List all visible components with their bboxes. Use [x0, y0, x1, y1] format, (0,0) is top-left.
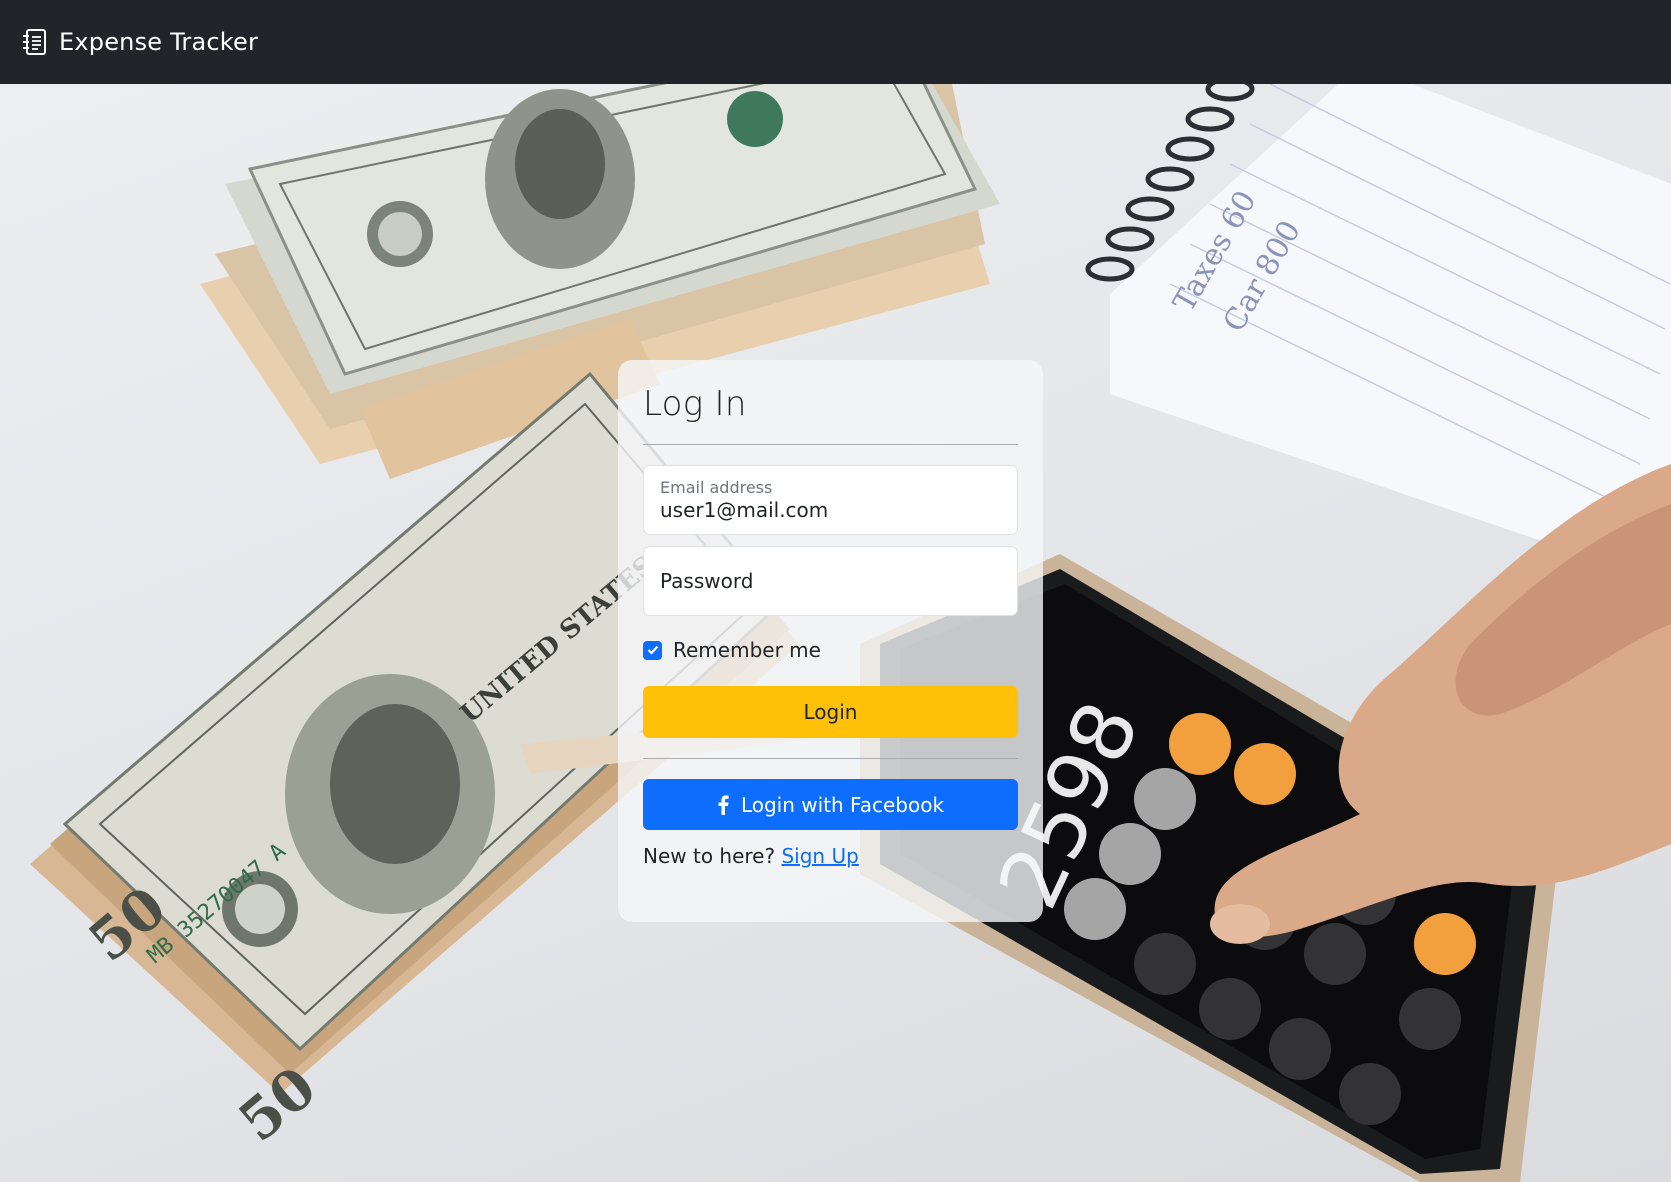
signup-line: New to here? Sign Up	[643, 844, 1018, 868]
signup-link[interactable]: Sign Up	[781, 844, 858, 868]
login-card: Log In Email address user1@mail.com Pass…	[618, 360, 1043, 922]
remember-me-row: Remember me	[643, 638, 1018, 662]
email-field[interactable]: Email address user1@mail.com	[643, 465, 1018, 535]
password-placeholder: Password	[660, 569, 754, 593]
remember-me-checkbox[interactable]	[643, 640, 662, 660]
remember-me-label[interactable]: Remember me	[673, 638, 821, 662]
journal-text-icon	[23, 29, 46, 55]
password-field[interactable]: Password	[643, 546, 1018, 616]
email-value: user1@mail.com	[660, 498, 829, 522]
title-divider	[643, 444, 1018, 445]
check-icon	[647, 645, 658, 655]
login-title: Log In	[643, 384, 747, 424]
facebook-f-icon	[718, 794, 729, 815]
buttons-divider	[643, 758, 1018, 759]
navbar: Expense Tracker	[0, 0, 1671, 84]
facebook-login-label: Login with Facebook	[740, 792, 945, 817]
brand-link[interactable]: Expense Tracker	[22, 28, 258, 56]
svg-text:50: 50	[227, 1054, 329, 1155]
signup-prompt: New to here?	[643, 844, 776, 868]
facebook-login-button[interactable]: Login with Facebook	[643, 779, 1018, 830]
notepad: Taxes 60 Car 800	[1085, 84, 1671, 554]
brand-text: Expense Tracker	[59, 28, 259, 56]
email-label: Email address	[660, 478, 773, 497]
login-button[interactable]: Login	[643, 686, 1018, 738]
